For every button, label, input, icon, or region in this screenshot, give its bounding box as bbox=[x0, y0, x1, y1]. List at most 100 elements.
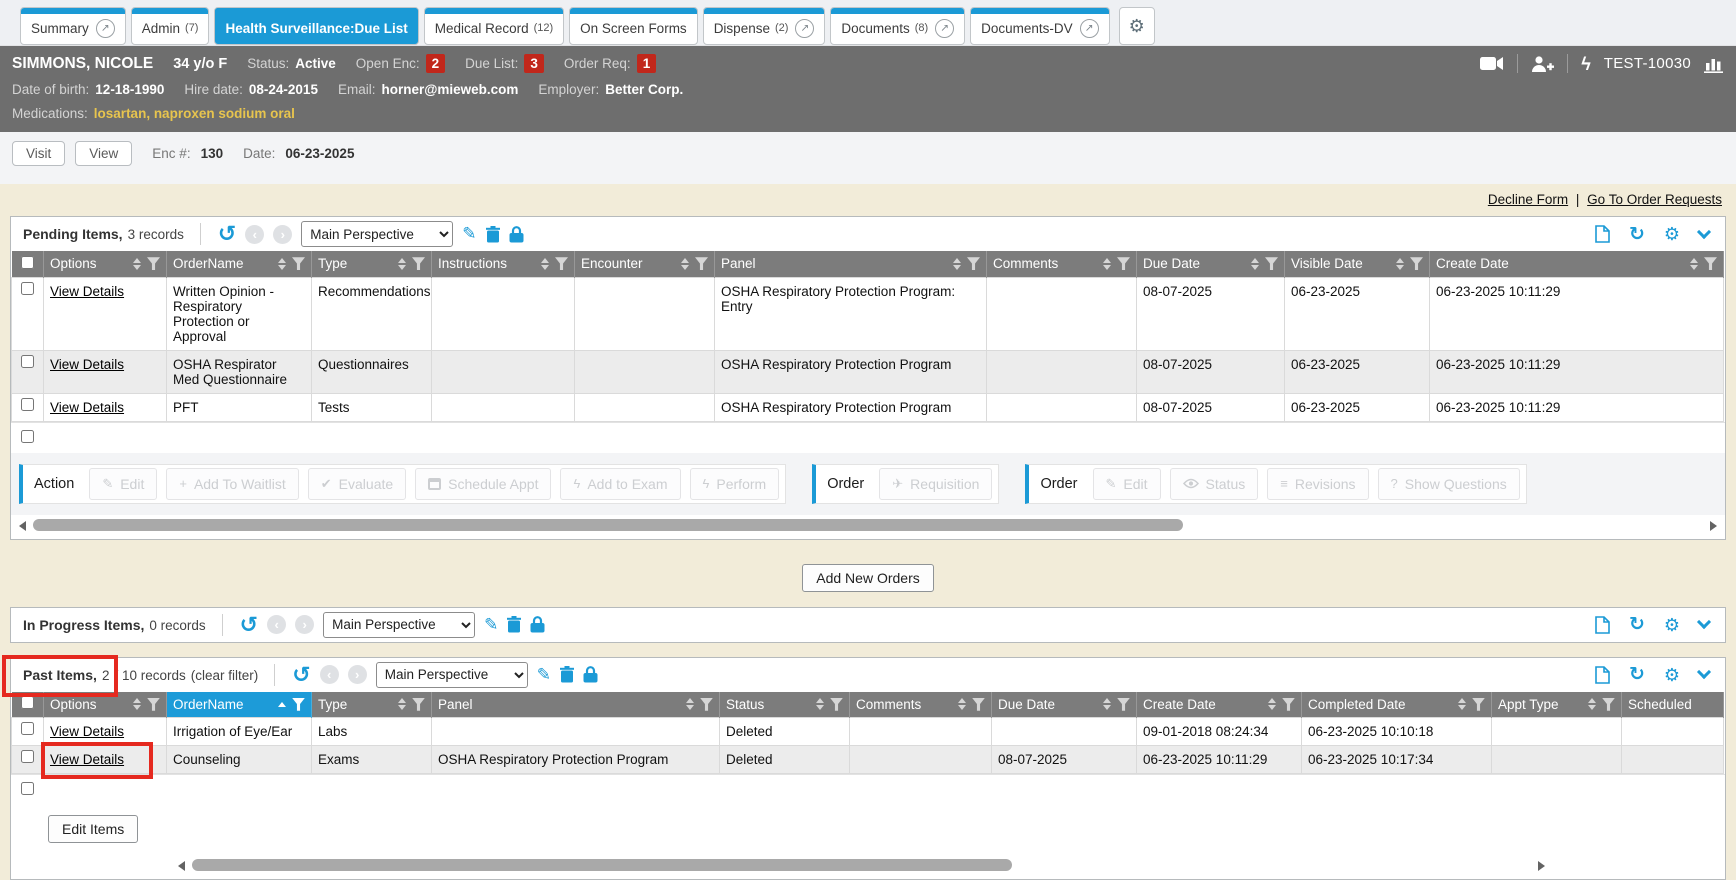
scroll-left-arrow[interactable] bbox=[178, 861, 185, 871]
schedule-appt-button[interactable]: Schedule Appt bbox=[415, 468, 551, 500]
document-icon[interactable] bbox=[1595, 225, 1610, 243]
refresh-icon[interactable]: ↻ bbox=[1629, 665, 1645, 684]
filter-icon[interactable] bbox=[972, 698, 985, 711]
scroll-left-arrow[interactable] bbox=[19, 521, 26, 531]
sort-icon[interactable] bbox=[953, 258, 961, 270]
open-enc-badge[interactable]: 2 bbox=[426, 54, 446, 73]
sort-icon[interactable] bbox=[1103, 698, 1111, 710]
sort-icon[interactable] bbox=[398, 258, 406, 270]
edit-perspective-icon[interactable]: ✎ bbox=[462, 224, 476, 244]
evaluate-button[interactable]: ✔Evaluate bbox=[308, 468, 406, 500]
column-header-encounter[interactable]: Encounter bbox=[575, 251, 715, 277]
column-header-create-date[interactable]: Create Date bbox=[1137, 692, 1302, 718]
filter-icon[interactable] bbox=[292, 257, 305, 270]
perspective-select[interactable]: Main Perspective bbox=[376, 662, 528, 688]
column-header-instructions[interactable]: Instructions bbox=[432, 251, 575, 277]
horizontal-scrollbar[interactable] bbox=[176, 858, 1547, 874]
delete-perspective-icon[interactable] bbox=[560, 666, 574, 683]
filter-icon[interactable] bbox=[555, 257, 568, 270]
gear-icon[interactable]: ⚙ bbox=[1664, 666, 1680, 684]
sort-icon[interactable] bbox=[1103, 258, 1111, 270]
filter-icon[interactable] bbox=[830, 698, 843, 711]
edit-items-button[interactable]: Edit Items bbox=[48, 815, 138, 843]
tab-health-surveillance-due-list[interactable]: Health Surveillance:Due List bbox=[214, 7, 418, 45]
tab-settings-gear-button[interactable]: ⚙ bbox=[1119, 7, 1155, 45]
perspective-select[interactable]: Main Perspective bbox=[323, 612, 475, 638]
refresh-icon[interactable]: ↻ bbox=[1629, 615, 1645, 634]
scrollbar-thumb[interactable] bbox=[33, 519, 1183, 531]
tab-documents-dv[interactable]: Documents-DV ↗ bbox=[970, 7, 1110, 45]
edit-perspective-icon[interactable]: ✎ bbox=[484, 615, 498, 635]
add-to-exam-button[interactable]: ϟAdd to Exam bbox=[560, 468, 680, 500]
column-header-comments[interactable]: Comments bbox=[987, 251, 1137, 277]
filter-icon[interactable] bbox=[1704, 257, 1717, 270]
order-edit-button[interactable]: ✎Edit bbox=[1093, 468, 1161, 500]
view-details-link[interactable]: View Details bbox=[50, 357, 124, 372]
next-page-icon[interactable]: › bbox=[348, 665, 367, 684]
flowsheet-chart-icon[interactable] bbox=[1704, 55, 1724, 73]
sort-asc-icon[interactable] bbox=[278, 702, 286, 707]
sort-icon[interactable] bbox=[1396, 258, 1404, 270]
view-details-link[interactable]: View Details bbox=[50, 284, 124, 299]
edit-button[interactable]: ✎Edit bbox=[89, 468, 157, 500]
filter-icon[interactable] bbox=[1265, 257, 1278, 270]
sort-icon[interactable] bbox=[816, 698, 824, 710]
add-new-orders-button[interactable]: Add New Orders bbox=[802, 564, 933, 592]
next-page-icon[interactable]: › bbox=[295, 615, 314, 634]
filter-icon[interactable] bbox=[1282, 698, 1295, 711]
column-header-scheduled[interactable]: Scheduled bbox=[1622, 692, 1724, 718]
filter-icon[interactable] bbox=[695, 257, 708, 270]
column-header-type[interactable]: Type bbox=[312, 251, 432, 277]
lock-perspective-icon[interactable] bbox=[530, 616, 545, 633]
delete-perspective-icon[interactable] bbox=[507, 616, 521, 633]
collapse-chevron-icon[interactable] bbox=[1697, 615, 1711, 629]
open-new-window-icon[interactable]: ↗ bbox=[1080, 19, 1099, 38]
sort-icon[interactable] bbox=[958, 698, 966, 710]
filter-icon[interactable] bbox=[1602, 698, 1615, 711]
column-header-completed-date[interactable]: Completed Date bbox=[1302, 692, 1492, 718]
add-person-icon[interactable] bbox=[1531, 56, 1554, 72]
revisions-button[interactable]: ≡Revisions bbox=[1267, 468, 1368, 500]
column-header-due-date[interactable]: Due Date bbox=[1137, 251, 1285, 277]
scrollbar-thumb[interactable] bbox=[192, 859, 1012, 871]
patient-medications[interactable]: losartan, naproxen sodium oral bbox=[94, 106, 295, 121]
sort-icon[interactable] bbox=[133, 698, 141, 710]
select-all-checkbox[interactable] bbox=[21, 256, 34, 269]
sort-icon[interactable] bbox=[1268, 698, 1276, 710]
select-all-checkbox[interactable] bbox=[21, 696, 34, 709]
edit-perspective-icon[interactable]: ✎ bbox=[537, 665, 551, 685]
go-to-order-requests-link[interactable]: Go To Order Requests bbox=[1587, 192, 1722, 207]
sort-icon[interactable] bbox=[278, 258, 286, 270]
sort-icon[interactable] bbox=[133, 258, 141, 270]
column-header-comments[interactable]: Comments bbox=[850, 692, 992, 718]
filter-icon[interactable] bbox=[147, 698, 160, 711]
filter-icon[interactable] bbox=[1410, 257, 1423, 270]
requisition-button[interactable]: ✈Requisition bbox=[879, 468, 992, 500]
gear-icon[interactable]: ⚙ bbox=[1664, 616, 1680, 634]
due-list-badge[interactable]: 3 bbox=[524, 54, 544, 73]
document-icon[interactable] bbox=[1595, 616, 1610, 634]
tab-on-screen-forms[interactable]: On Screen Forms bbox=[569, 7, 698, 45]
column-header-visible-date[interactable]: Visible Date bbox=[1285, 251, 1430, 277]
perspective-select[interactable]: Main Perspective bbox=[301, 221, 453, 247]
gear-icon[interactable]: ⚙ bbox=[1664, 225, 1680, 243]
decline-form-link[interactable]: Decline Form bbox=[1488, 192, 1568, 207]
filter-icon[interactable] bbox=[1117, 257, 1130, 270]
visit-button[interactable]: Visit bbox=[12, 141, 65, 166]
sort-icon[interactable] bbox=[686, 698, 694, 710]
filter-icon[interactable] bbox=[700, 698, 713, 711]
filter-icon[interactable] bbox=[292, 698, 305, 711]
tab-documents[interactable]: Documents (8) ↗ bbox=[830, 7, 965, 45]
undo-icon[interactable]: ↺ bbox=[240, 614, 258, 636]
sort-icon[interactable] bbox=[1690, 258, 1698, 270]
add-to-waitlist-button[interactable]: +Add To Waitlist bbox=[166, 468, 298, 500]
sort-icon[interactable] bbox=[1251, 258, 1259, 270]
undo-icon[interactable]: ↺ bbox=[218, 223, 236, 245]
column-header-type[interactable]: Type bbox=[312, 692, 432, 718]
filter-icon[interactable] bbox=[1472, 698, 1485, 711]
sort-icon[interactable] bbox=[398, 698, 406, 710]
tab-dispense[interactable]: Dispense (2) ↗ bbox=[703, 7, 826, 45]
order-req-badge[interactable]: 1 bbox=[637, 54, 657, 73]
tab-medical-record[interactable]: Medical Record (12) bbox=[424, 7, 564, 45]
sort-icon[interactable] bbox=[1588, 698, 1596, 710]
